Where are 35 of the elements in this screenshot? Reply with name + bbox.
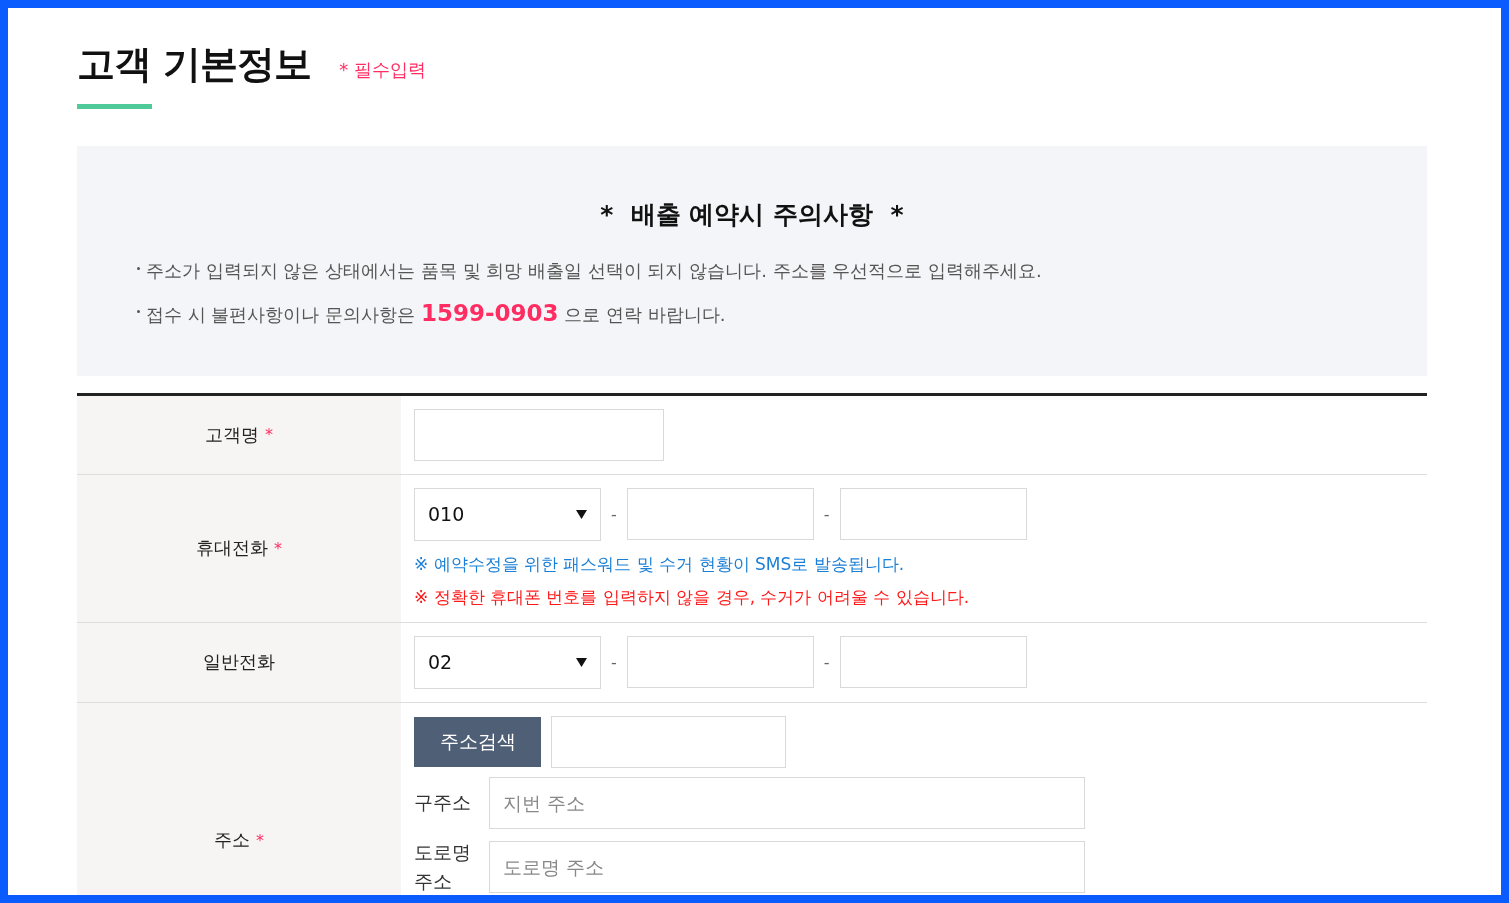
area-code-select[interactable]: 02: [414, 635, 601, 689]
input-field[interactable]: [551, 715, 786, 768]
separator: -: [611, 504, 617, 524]
field-label: 고객명: [205, 422, 259, 447]
notice-text: 접수 시 불편사항이나 문의사항은 1599-0903 으로 연락 바랍니다.: [146, 298, 726, 328]
bullet-icon: [137, 266, 140, 270]
field-label: 일반전화: [203, 650, 275, 675]
address-search-button[interactable]: 주소검색: [414, 716, 541, 767]
notice-text: 주소가 입력되지 않은 상태에서는 품목 및 희망 배출일 선택이 되지 않습니다. 주소를 우선적으로 입력해주세요.: [146, 258, 1042, 283]
caret-icon: [576, 657, 587, 667]
required-note: * 필수입력: [339, 57, 426, 82]
input-field[interactable]: [626, 636, 814, 689]
phone-note: ※ 정확한 휴대폰 번호를 입력하지 않을 경우, 수거가 어려울 수 있습니다.: [414, 585, 971, 609]
address-field[interactable]: 도로명 주소: [489, 840, 1085, 893]
bullet-icon: [137, 309, 140, 313]
required-mark: *: [274, 538, 282, 558]
required-mark: *: [265, 425, 273, 445]
separator: -: [823, 504, 830, 524]
required-mark: *: [256, 830, 264, 850]
input-field[interactable]: [626, 488, 814, 541]
field-label: 구주소: [414, 790, 472, 816]
input-field[interactable]: [839, 488, 1027, 541]
field-label: 도로명 주소: [414, 839, 472, 894]
field-label: 주소: [214, 828, 250, 853]
input-field[interactable]: [839, 636, 1027, 689]
field-label: 휴대전화: [196, 536, 268, 561]
address-field[interactable]: 지번 주소: [489, 776, 1085, 829]
separator: -: [823, 652, 830, 672]
input-field[interactable]: [414, 408, 664, 461]
page-title: 고객 기본정보: [77, 44, 312, 86]
phone-note: ※ 예약수정을 위한 패스워드 및 수거 현황이 SMS로 발송됩니다.: [414, 552, 906, 576]
separator: -: [611, 652, 617, 672]
caret-icon: [576, 509, 587, 519]
notice-title: * 배출 예약시 주의사항 *: [600, 198, 904, 231]
area-code-select[interactable]: 010: [414, 487, 601, 541]
